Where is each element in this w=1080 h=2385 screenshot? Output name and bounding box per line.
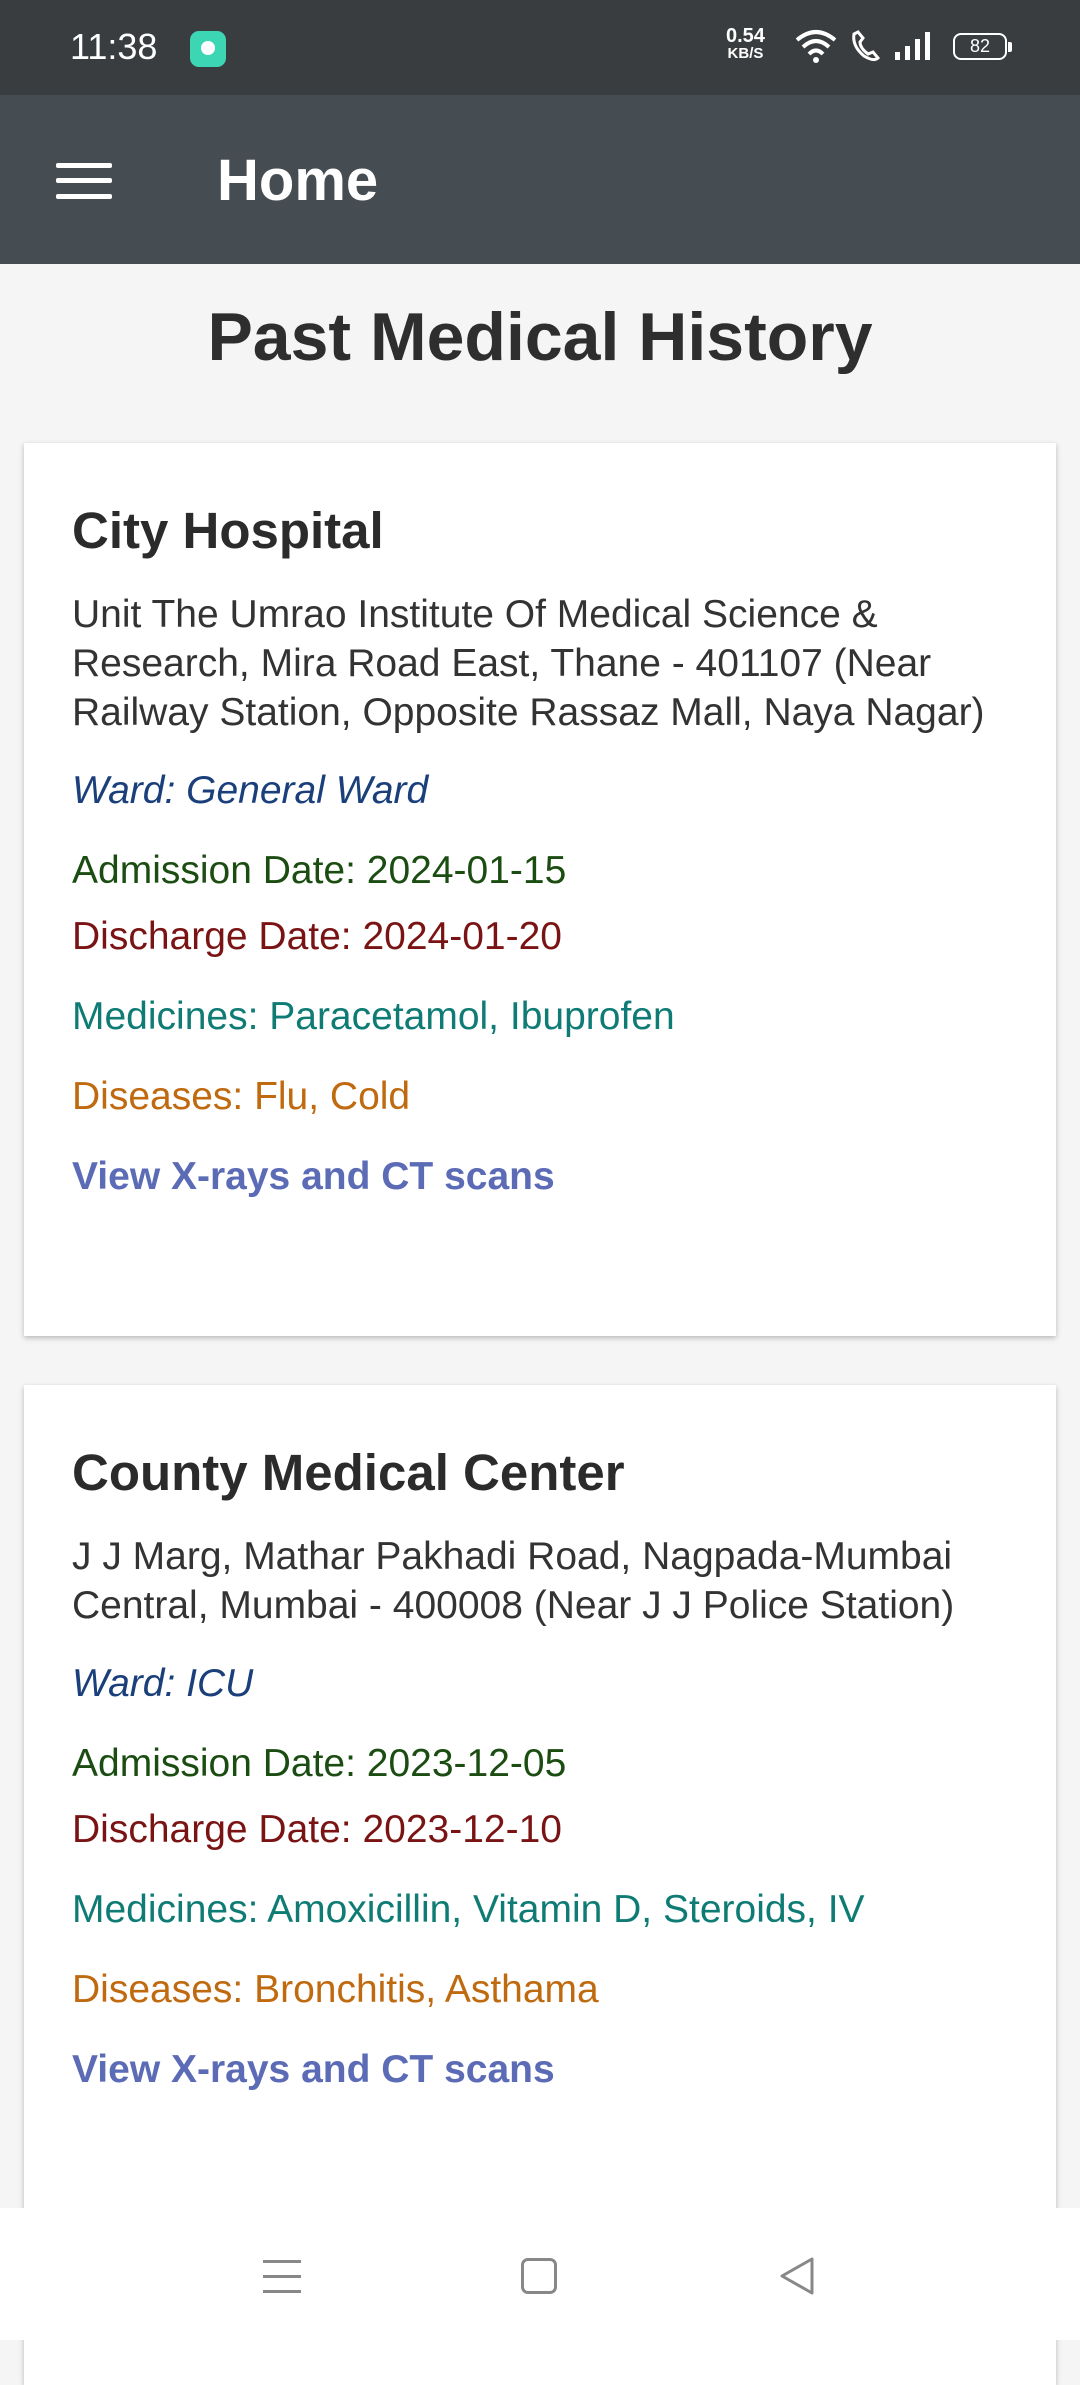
network-speed-unit: KB/S — [727, 45, 764, 62]
battery-icon: 82 — [953, 33, 1012, 60]
view-scans-link[interactable]: View X-rays and CT scans — [72, 2048, 1008, 2092]
diseases-info: Diseases: Flu, Cold — [72, 1075, 411, 1118]
status-time: 11:38 — [70, 26, 158, 67]
wifi-icon — [795, 30, 837, 63]
hospital-address: J J Marg, Mathar Pakhadi Road, Nagpada-M… — [72, 1535, 955, 1627]
admission-date: Admission Date: 2024-01-15 — [72, 849, 567, 892]
app-bar-title: Home — [217, 148, 379, 213]
ward-info: Ward: General Ward — [72, 769, 429, 812]
medicines-info: Medicines: Amoxicillin, Vitamin D, Stero… — [72, 1888, 865, 1931]
recents-icon[interactable] — [263, 2258, 301, 2294]
network-speed-value: 0.54 — [726, 25, 765, 47]
discharge-date: Discharge Date: 2023-12-10 — [72, 1808, 562, 1851]
diseases-info: Diseases: Bronchitis, Asthama — [72, 1968, 599, 2011]
wifi-call-icon — [852, 30, 881, 62]
history-card: City Hospital Unit The Umrao Institute O… — [24, 443, 1056, 1336]
network-speed: 0.54 KB/S — [726, 26, 765, 62]
admission-date: Admission Date: 2023-12-05 — [72, 1742, 567, 1785]
view-scans-link[interactable]: View X-rays and CT scans — [72, 1155, 1008, 1199]
hospital-address: Unit The Umrao Institute Of Medical Scie… — [72, 593, 985, 734]
hamburger-icon[interactable] — [56, 163, 112, 199]
back-icon[interactable] — [778, 2256, 816, 2296]
system-nav-bar — [0, 2208, 1080, 2340]
ward-info: Ward: ICU — [72, 1662, 254, 1705]
hospital-name: County Medical Center — [72, 1444, 625, 1501]
home-icon[interactable] — [521, 2258, 557, 2294]
app-notification-icon — [190, 31, 226, 67]
hospital-name: City Hospital — [72, 502, 384, 559]
signal-icon — [895, 32, 930, 60]
status-bar: 11:38 0.54 KB/S 82 — [0, 0, 1080, 95]
app-bar: Home — [0, 95, 1080, 264]
page-title: Past Medical History — [207, 299, 873, 375]
medicines-info: Medicines: Paracetamol, Ibuprofen — [72, 995, 675, 1038]
discharge-date: Discharge Date: 2024-01-20 — [72, 915, 562, 958]
